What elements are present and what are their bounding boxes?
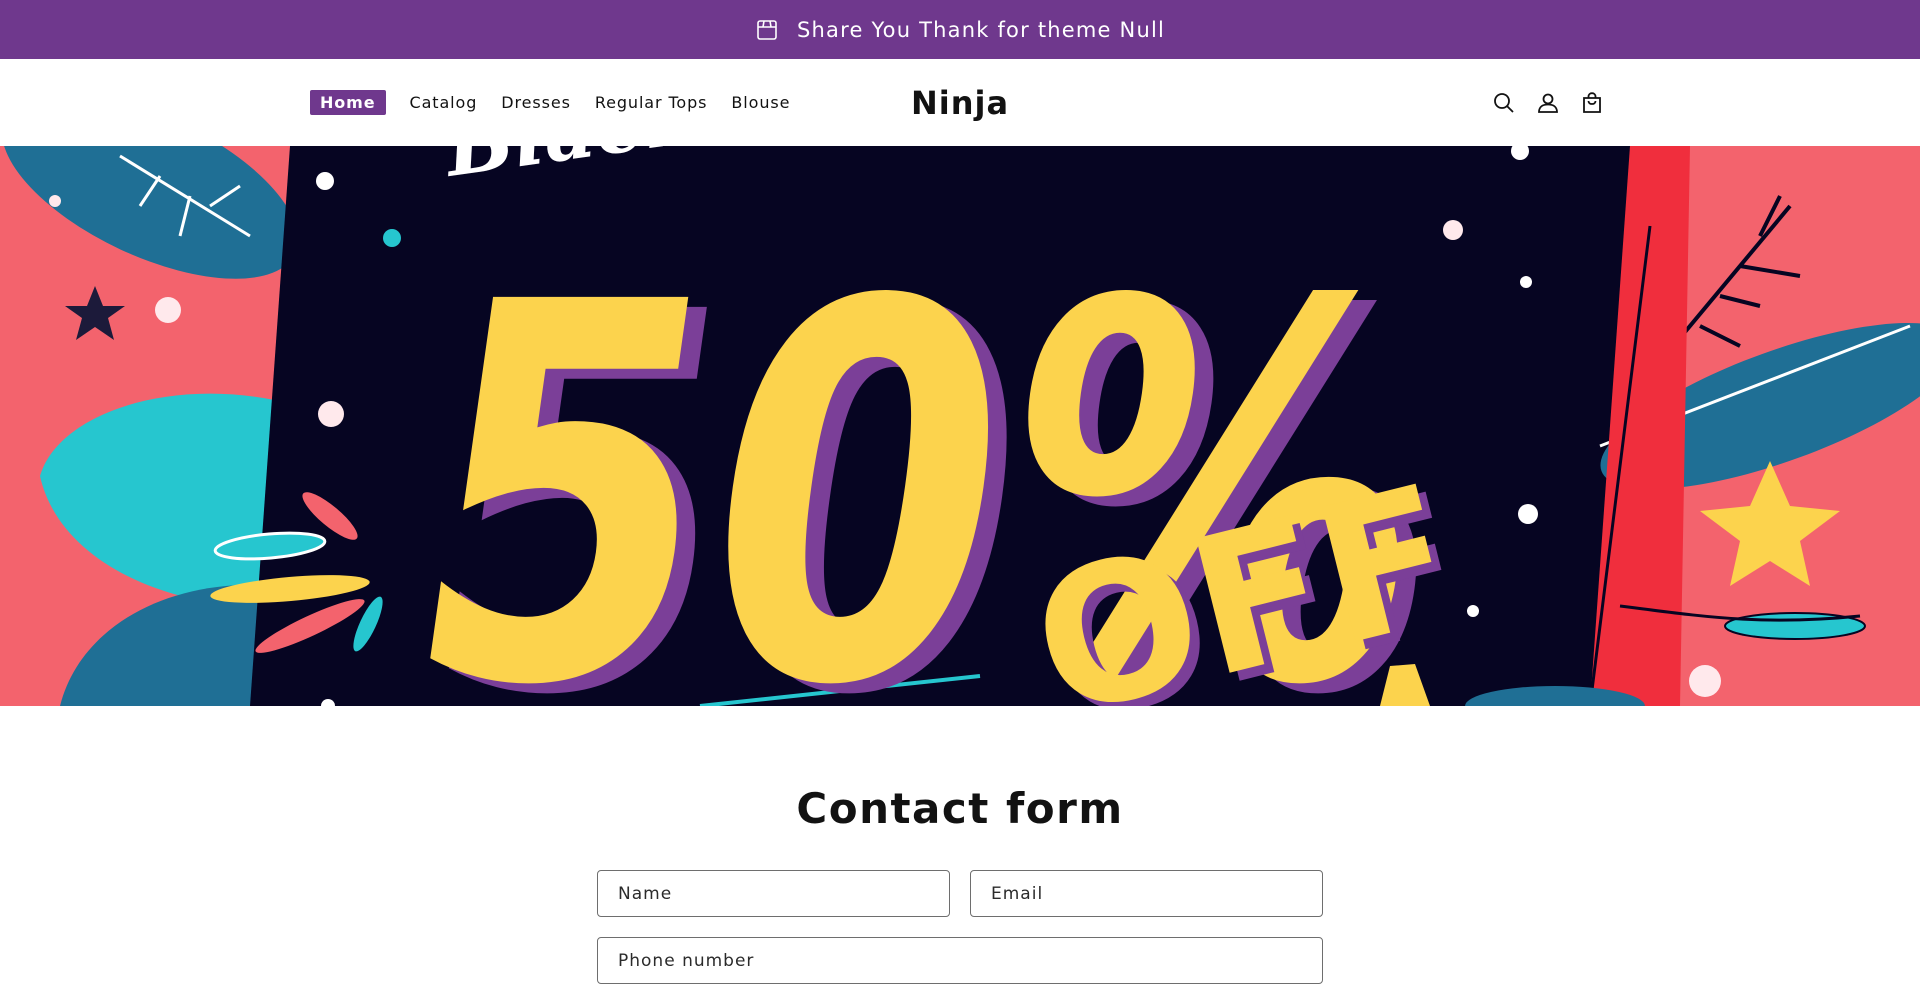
site-logo[interactable]: Ninja bbox=[911, 84, 1009, 122]
announcement-bar: Share You Thank for theme Null bbox=[0, 0, 1920, 59]
logo-container: Ninja bbox=[0, 59, 1920, 146]
main-nav: Home Catalog Dresses Regular Tops Blouse bbox=[310, 59, 790, 146]
site-header: Home Catalog Dresses Regular Tops Blouse… bbox=[0, 59, 1920, 146]
contact-form-title: Contact form bbox=[796, 784, 1124, 833]
name-input[interactable] bbox=[598, 871, 949, 916]
store-icon bbox=[755, 18, 779, 42]
search-icon[interactable] bbox=[1492, 91, 1516, 115]
email-field[interactable] bbox=[970, 870, 1323, 917]
nav-item-blouse[interactable]: Blouse bbox=[731, 93, 790, 112]
nav-item-regular-tops[interactable]: Regular Tops bbox=[595, 93, 708, 112]
phone-input[interactable] bbox=[598, 938, 1322, 983]
header-icons bbox=[1492, 59, 1604, 146]
announcement-text: Share You Thank for theme Null bbox=[796, 17, 1166, 42]
email-input[interactable] bbox=[971, 871, 1322, 916]
hero-banner[interactable]: Black 50% 50% OFF OFF bbox=[0, 146, 1920, 706]
banner-artwork: Black 50% 50% OFF OFF bbox=[0, 146, 1920, 706]
phone-field[interactable] bbox=[597, 937, 1323, 984]
account-icon[interactable] bbox=[1536, 91, 1560, 115]
nav-item-home[interactable]: Home bbox=[310, 90, 386, 115]
cart-icon[interactable] bbox=[1580, 91, 1604, 115]
name-field[interactable] bbox=[597, 870, 950, 917]
nav-item-catalog[interactable]: Catalog bbox=[410, 93, 478, 112]
nav-item-dresses[interactable]: Dresses bbox=[501, 93, 571, 112]
